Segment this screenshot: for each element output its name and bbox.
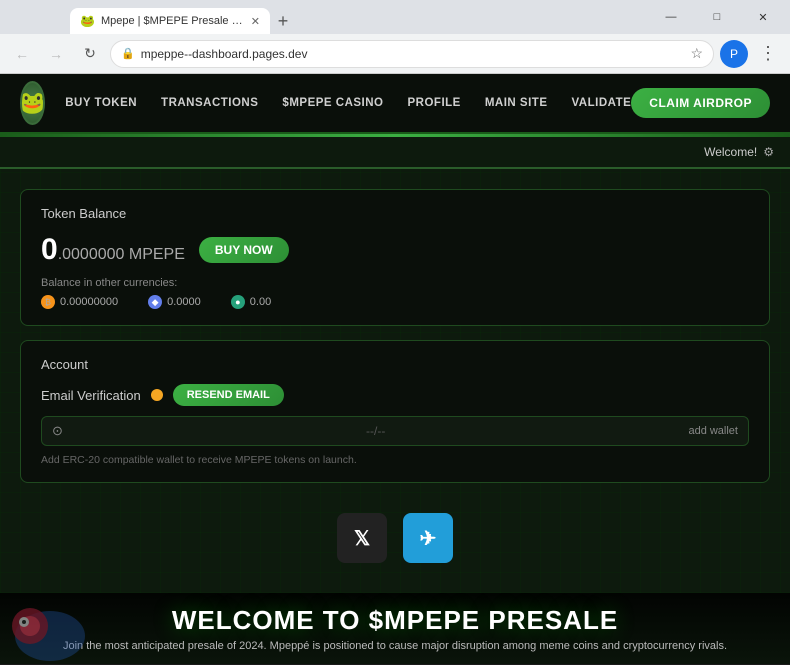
main-content: Token Balance 0.0000000 MPEPE BUY NOW Ba…: [0, 169, 790, 593]
other-currencies-label: Balance in other currencies:: [41, 277, 749, 289]
token-balance-card: Token Balance 0.0000000 MPEPE BUY NOW Ba…: [20, 189, 770, 326]
twitter-button[interactable]: 𝕏: [337, 513, 387, 563]
account-title: Account: [41, 357, 749, 372]
token-balance-title: Token Balance: [41, 206, 749, 221]
add-wallet-link[interactable]: add wallet: [688, 425, 738, 437]
back-button[interactable]: ←: [8, 40, 36, 68]
nav-casino[interactable]: $MPEPE CASINO: [282, 97, 383, 109]
address-bar-row: ← → ↻ 🔒 mpeppe--dashboard.pages.dev ☆ P …: [0, 34, 790, 74]
eth-balance: ◆ 0.0000: [148, 295, 201, 309]
wallet-hint-text: Add ERC-20 compatible wallet to receive …: [41, 454, 749, 466]
promo-banner: WELCOME TO $MPEPE PRESALE Join the most …: [0, 593, 790, 664]
twitter-icon: 𝕏: [354, 526, 370, 551]
site-navigation: 🐸 BUY TOKEN TRANSACTIONS $MPEPE CASINO P…: [0, 74, 790, 134]
settings-icon[interactable]: ⚙: [763, 145, 774, 159]
promo-title: WELCOME TO $MPEPE PRESALE: [20, 605, 770, 636]
social-buttons: 𝕏 ✈: [20, 497, 770, 573]
account-card: Account Email Verification RESEND EMAIL …: [20, 340, 770, 483]
wallet-separator: --/--: [73, 424, 679, 438]
refresh-button[interactable]: ↻: [76, 40, 104, 68]
token-balance-row: 0.0000000 MPEPE BUY NOW: [41, 233, 749, 267]
eth-value: 0.0000: [167, 296, 201, 308]
balance-integer: 0.0000000 MPEPE: [41, 235, 185, 265]
nav-buy-token[interactable]: BUY TOKEN: [65, 97, 137, 109]
tab-close-icon[interactable]: ✕: [251, 15, 260, 28]
tab-favicon: 🐸: [80, 14, 95, 28]
tab-title: Mpepe | $MPEPE Presale Live...: [101, 15, 245, 27]
menu-button[interactable]: ⋮: [754, 40, 782, 68]
usdt-icon: ●: [231, 295, 245, 309]
nav-main-site[interactable]: MAIN SITE: [485, 97, 548, 109]
buy-now-button[interactable]: BUY NOW: [199, 237, 289, 263]
bookmark-icon[interactable]: ☆: [690, 45, 703, 62]
nav-profile[interactable]: PROFILE: [408, 97, 461, 109]
secure-icon: 🔒: [121, 47, 135, 60]
site-logo: 🐸: [20, 81, 45, 125]
browser-chrome: 🐸 Mpepe | $MPEPE Presale Live... ✕ + — □…: [0, 0, 790, 74]
close-button[interactable]: ✕: [740, 0, 786, 34]
welcome-bar: Welcome! ⚙: [0, 137, 790, 169]
resend-email-button[interactable]: RESEND EMAIL: [173, 384, 284, 406]
other-currencies-section: Balance in other currencies: ₿ 0.0000000…: [41, 277, 749, 309]
usdt-value: 0.00: [250, 296, 271, 308]
email-verification-label: Email Verification: [41, 388, 141, 403]
nav-transactions[interactable]: TRANSACTIONS: [161, 97, 258, 109]
nav-validate[interactable]: VALIDATE: [571, 97, 631, 109]
eth-icon: ◆: [148, 295, 162, 309]
promo-logo: [10, 596, 90, 664]
claim-airdrop-button[interactable]: CLAIM AIRDROP: [631, 88, 770, 118]
address-text: mpeppe--dashboard.pages.dev: [141, 47, 308, 61]
website-content: 🐸 BUY TOKEN TRANSACTIONS $MPEPE CASINO P…: [0, 74, 790, 664]
window-controls: — □ ✕: [648, 0, 786, 34]
promo-subtitle: Join the most anticipated presale of 202…: [20, 640, 770, 652]
btc-value: 0.00000000: [60, 296, 118, 308]
wallet-icon: ⊙: [52, 423, 63, 439]
usdt-balance: ● 0.00: [231, 295, 271, 309]
forward-button[interactable]: →: [42, 40, 70, 68]
welcome-text: Welcome!: [704, 145, 757, 159]
minimize-button[interactable]: —: [648, 0, 694, 34]
maximize-button[interactable]: □: [694, 0, 740, 34]
btc-icon: ₿: [41, 295, 55, 309]
address-bar[interactable]: 🔒 mpeppe--dashboard.pages.dev ☆: [110, 40, 714, 68]
wallet-row: ⊙ --/-- add wallet: [41, 416, 749, 446]
browser-tab[interactable]: 🐸 Mpepe | $MPEPE Presale Live... ✕: [70, 8, 270, 34]
currencies-row: ₿ 0.00000000 ◆ 0.0000 ● 0.00: [41, 295, 749, 309]
telegram-button[interactable]: ✈: [403, 513, 453, 563]
nav-links: BUY TOKEN TRANSACTIONS $MPEPE CASINO PRO…: [65, 97, 631, 109]
balance-display: 0.0000000 MPEPE: [41, 233, 185, 267]
verification-status-dot: [151, 389, 163, 401]
btc-balance: ₿ 0.00000000: [41, 295, 118, 309]
email-verification-row: Email Verification RESEND EMAIL: [41, 384, 749, 406]
profile-button[interactable]: P: [720, 40, 748, 68]
telegram-icon: ✈: [420, 526, 437, 551]
new-tab-button[interactable]: +: [270, 8, 296, 34]
